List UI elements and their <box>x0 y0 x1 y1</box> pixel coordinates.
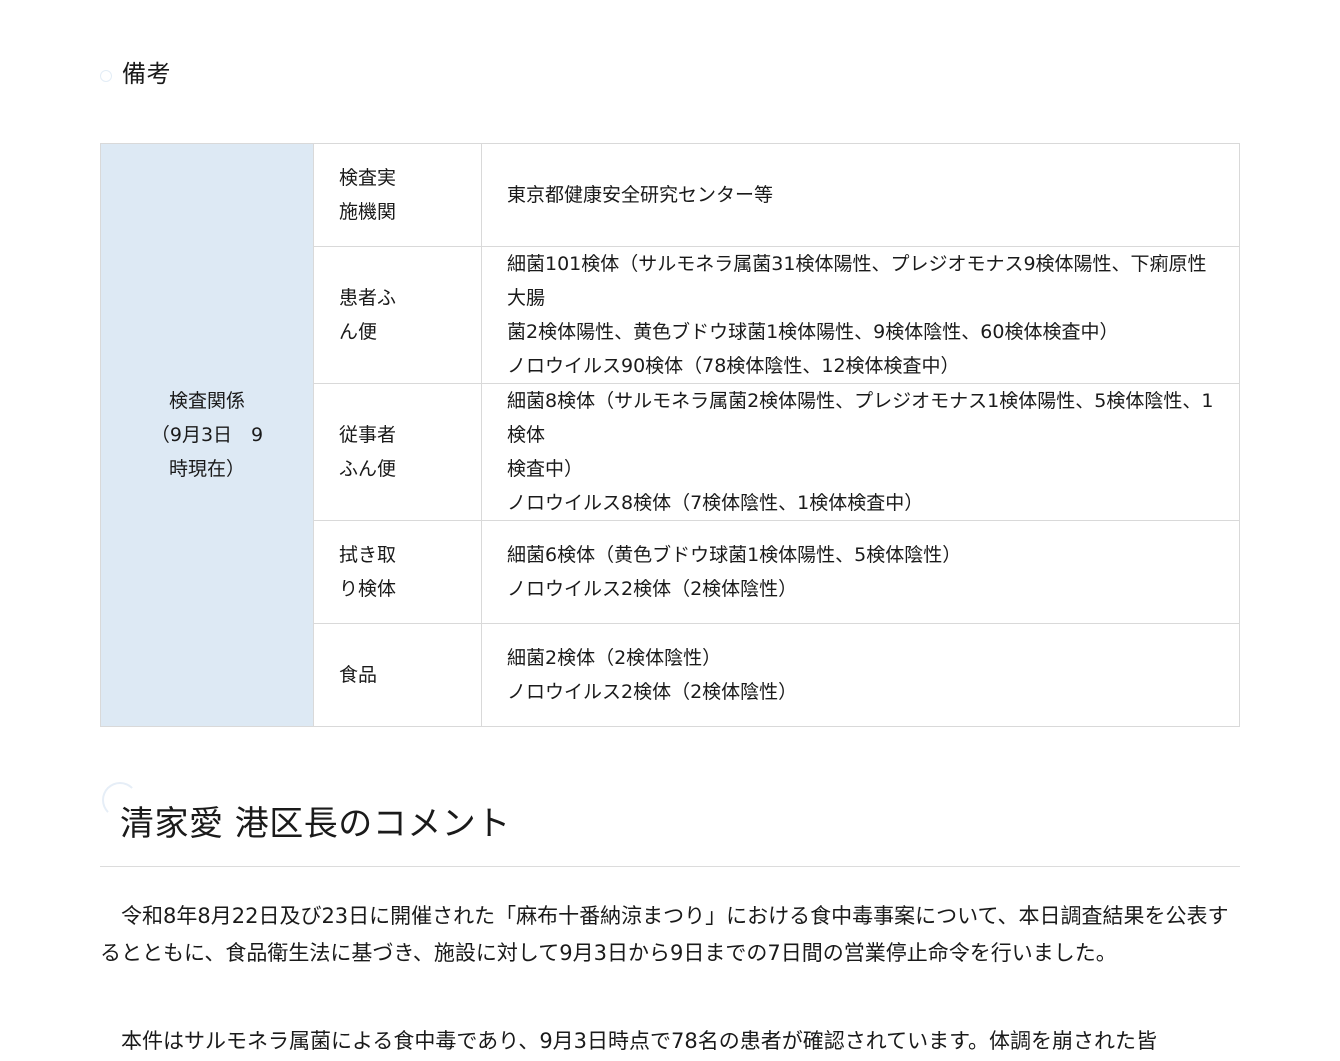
row-value-worker-stool: 細菌8検体（サルモネラ属菌2検体陽性、プレジオモナス1検体陽性、5検体陰性、1検… <box>481 383 1240 521</box>
row-value-line: 細菌6検体（黄色ブドウ球菌1検体陽性、5検体陰性） <box>507 544 962 566</box>
row-label-line: ん便 <box>339 321 378 343</box>
group-label-line: 時現在） <box>168 458 245 480</box>
row-value-line: ノロウイルス8検体（7検体陰性、1検体検査中） <box>507 492 924 514</box>
row-value-line: 検査中） <box>507 458 584 480</box>
row-label-worker-stool: 従事者 ふん便 <box>313 383 482 521</box>
row-label-line: 拭き取 <box>339 544 397 566</box>
row-value-line: 細菌2検体（2検体陰性） <box>507 647 722 669</box>
row-value-line: ノロウイルス2検体（2検体陰性） <box>507 681 798 703</box>
row-label-line: ふん便 <box>339 458 397 480</box>
row-label-line: 検査実 <box>339 167 397 189</box>
remarks-heading: 備考 <box>100 56 171 92</box>
row-label-line: り検体 <box>339 578 397 600</box>
table-row: 検査関係 （9月3日 9 時現在） 検査実 施機関 東京都健康安全研究センター等 <box>100 143 1240 727</box>
row-value-line: 細菌101検体（サルモネラ属菌31検体陽性、プレジオモナス9検体陽性、下痢原性大… <box>507 253 1207 309</box>
comment-paragraph: 本件はサルモネラ属菌による食中毒であり、9月3日時点で78名の患者が確認されてい… <box>121 1029 1158 1053</box>
page: 備考 検査関係 （9月3日 9 時現在） 検査実 施機関 東京都健康安全研究セン… <box>0 0 1340 1061</box>
row-value-line: ノロウイルス2検体（2検体陰性） <box>507 578 798 600</box>
group-label-line: （9月3日 9 <box>150 424 264 446</box>
comment-heading-text: 清家愛 港区長のコメント <box>120 804 511 844</box>
row-value-line: 菌2検体陽性、黄色ブドウ球菌1検体陽性、9検体陰性、60検体検査中） <box>507 321 1119 343</box>
row-value-patient-stool: 細菌101検体（サルモネラ属菌31検体陽性、プレジオモナス9検体陽性、下痢原性大… <box>481 246 1240 384</box>
row-label-line: 従事者 <box>339 424 397 446</box>
row-label-line: 患者ふ <box>339 287 397 309</box>
row-value-line: 東京都健康安全研究センター等 <box>507 184 774 206</box>
row-value-swab: 細菌6検体（黄色ブドウ球菌1検体陽性、5検体陰性） ノロウイルス2検体（2検体陰… <box>481 520 1240 624</box>
heading-bullet-icon <box>100 70 112 82</box>
row-value-agency: 東京都健康安全研究センター等 <box>481 143 1240 247</box>
row-label-swab: 拭き取 り検体 <box>313 520 482 624</box>
row-value-line: ノロウイルス90検体（78検体陰性、12検体検査中） <box>507 355 960 377</box>
heading-divider <box>100 866 1240 867</box>
row-label-food: 食品 <box>313 623 482 727</box>
row-label-patient-stool: 患者ふ ん便 <box>313 246 482 384</box>
row-value-food: 細菌2検体（2検体陰性） ノロウイルス2検体（2検体陰性） <box>481 623 1240 727</box>
inspection-table: 検査関係 （9月3日 9 時現在） 検査実 施機関 東京都健康安全研究センター等… <box>100 143 1240 727</box>
group-label-line: 検査関係 <box>168 390 245 412</box>
row-label-line: 施機関 <box>339 201 397 223</box>
row-label-line: 食品 <box>339 664 378 686</box>
comment-paragraph: 令和8年8月22日及び23日に開催された「麻布十番納涼まつり」における食中毒事案… <box>100 904 1229 965</box>
remarks-heading-text: 備考 <box>122 60 171 88</box>
row-label-agency: 検査実 施機関 <box>313 143 482 247</box>
group-cell-inspection: 検査関係 （9月3日 9 時現在） <box>100 143 314 727</box>
row-value-line: 細菌8検体（サルモネラ属菌2検体陽性、プレジオモナス1検体陽性、5検体陰性、1検… <box>507 390 1214 446</box>
